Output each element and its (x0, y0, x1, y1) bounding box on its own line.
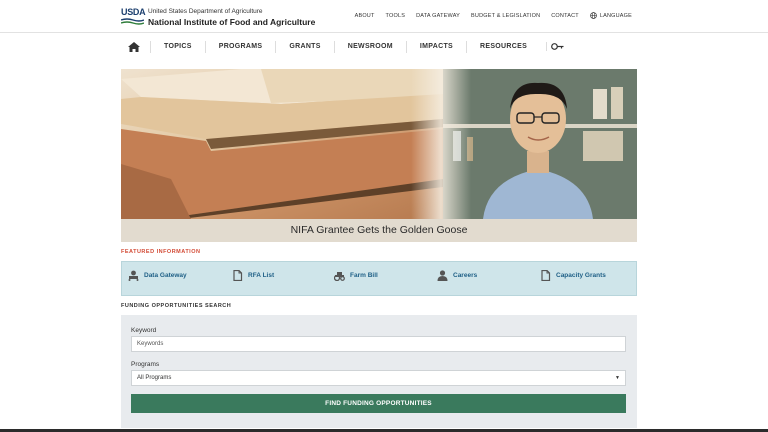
key-search-icon[interactable] (546, 42, 564, 51)
featured-bar: Data Gateway RFA List Farm Bill Careers … (121, 261, 637, 296)
util-link-data-gateway[interactable]: DATA GATEWAY (416, 13, 460, 19)
find-funding-button[interactable]: FIND FUNDING OPPORTUNITIES (131, 394, 626, 413)
funding-heading: FUNDING OPPORTUNITIES SEARCH (121, 303, 232, 309)
hero-plywood-image (121, 69, 443, 219)
dept-name: United States Department of Agriculture (148, 8, 263, 15)
nav-grants[interactable]: GRANTS (275, 40, 333, 53)
nav-resources[interactable]: RESOURCES (466, 40, 540, 53)
util-link-tools[interactable]: TOOLS (386, 13, 406, 19)
programs-label: Programs (131, 361, 160, 368)
funding-search-form: Keyword Keywords Programs All Programs ▼… (121, 315, 637, 428)
featured-label-careers: Careers (453, 272, 478, 279)
util-link-contact[interactable]: CONTACT (551, 13, 579, 19)
globe-icon (590, 12, 597, 19)
util-link-about[interactable]: ABOUT (355, 13, 375, 19)
keyword-input[interactable]: Keywords (131, 336, 626, 352)
programs-select[interactable]: All Programs ▼ (131, 370, 626, 386)
featured-careers[interactable]: Careers (437, 270, 477, 281)
language-selector[interactable]: LANGUAGE (590, 12, 632, 19)
featured-label-rfa-list: RFA List (248, 272, 275, 279)
featured-data-gateway[interactable]: Data Gateway (128, 270, 187, 281)
nav-impacts[interactable]: IMPACTS (405, 40, 466, 53)
nav-topics[interactable]: TOPICS (150, 40, 205, 53)
researcher-illustration (443, 69, 637, 219)
home-icon[interactable] (128, 41, 140, 52)
tractor-icon (334, 272, 345, 281)
featured-capacity-grants[interactable]: Capacity Grants (540, 270, 606, 281)
language-label: LANGUAGE (599, 12, 632, 19)
featured-heading: FEATURED INFORMATION (121, 249, 201, 255)
hero-banner[interactable]: NIFA Grantee Gets the Golden Goose (121, 69, 637, 242)
usda-mark-text: USDA (121, 7, 146, 17)
document-icon (233, 270, 243, 281)
hero-fade (411, 69, 471, 219)
featured-farm-bill[interactable]: Farm Bill (334, 270, 378, 281)
usda-waves-icon (121, 18, 144, 25)
featured-rfa-list[interactable]: RFA List (232, 270, 274, 281)
plywood-illustration (121, 69, 443, 219)
nav-programs[interactable]: PROGRAMS (204, 40, 276, 53)
usda-mark: USDA (121, 7, 146, 26)
keyword-placeholder: Keywords (137, 341, 164, 347)
caret-down-icon: ▼ (615, 375, 620, 381)
site-header: USDA United States Department of Agricul… (0, 0, 768, 33)
util-link-budget[interactable]: BUDGET & LEGISLATION (471, 13, 540, 19)
document-icon (541, 270, 551, 281)
nav-newsroom[interactable]: NEWSROOM (333, 40, 406, 53)
featured-label-capacity-grants: Capacity Grants (556, 272, 606, 279)
hero-caption[interactable]: NIFA Grantee Gets the Golden Goose (121, 219, 637, 242)
hero-researcher-photo (443, 69, 637, 219)
keyword-label: Keyword (131, 327, 157, 334)
person-icon (437, 270, 448, 281)
usda-logo[interactable]: USDA United States Department of Agricul… (121, 7, 315, 27)
data-gateway-icon (128, 270, 139, 281)
featured-label-farm-bill: Farm Bill (350, 272, 378, 279)
programs-selected-value: All Programs (137, 375, 172, 381)
utility-nav: ABOUT TOOLS DATA GATEWAY BUDGET & LEGISL… (344, 12, 632, 19)
featured-label-data-gateway: Data Gateway (144, 272, 187, 279)
main-nav: TOPICS PROGRAMS GRANTS NEWSROOM IMPACTS … (121, 38, 637, 55)
institute-name: National Institute of Food and Agricultu… (148, 17, 316, 27)
